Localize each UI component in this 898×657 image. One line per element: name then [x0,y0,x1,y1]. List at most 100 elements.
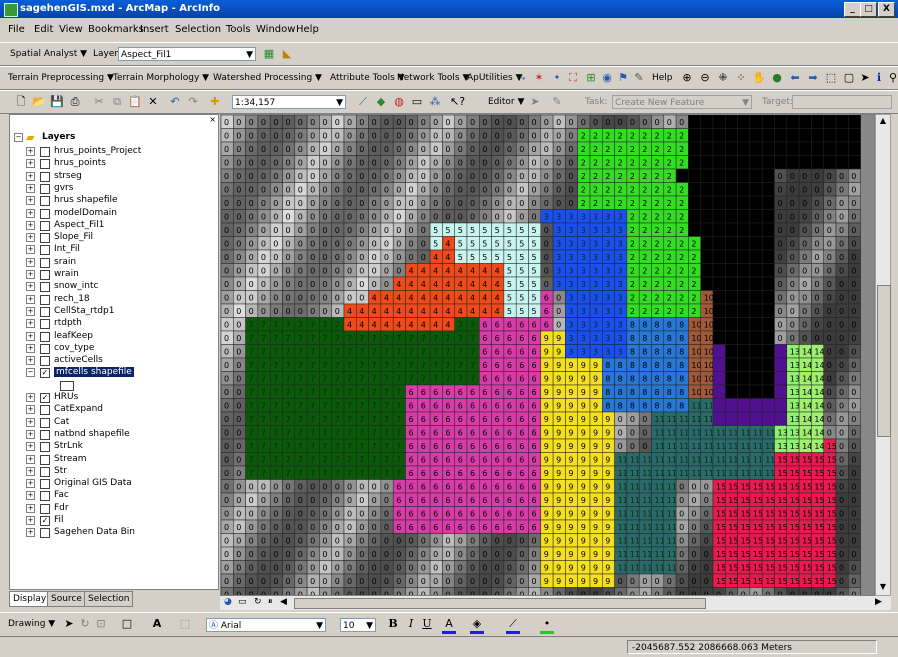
full-extent-icon[interactable]: ● [770,71,784,85]
map-vertical-scrollbar[interactable]: ▲ ▼ [875,114,891,596]
layer-visibility-checkbox[interactable] [40,306,50,317]
expand-icon[interactable]: + [26,306,35,316]
text-icon[interactable]: A [150,617,164,631]
layer-visibility-checkbox[interactable] [40,257,50,268]
layer-name[interactable]: srain [54,257,76,267]
tab-display[interactable]: Display [9,591,51,607]
layer-name[interactable]: gvrs [54,183,73,193]
collapse-icon[interactable]: − [26,368,35,378]
layer-visibility-checkbox[interactable] [40,319,50,330]
toc-legend-symbol[interactable] [14,379,214,392]
zoom-in-icon[interactable]: ⊕ [680,71,694,85]
layer-visibility-checkbox[interactable]: ✓ [40,368,50,379]
contour-icon[interactable]: ◣ [280,47,294,61]
layer-name[interactable]: strseg [54,171,82,181]
layer-visibility-checkbox[interactable] [40,147,50,157]
toc-layer-item[interactable]: + StrLnk [14,440,214,453]
layer-name[interactable]: hrus_points [54,158,106,168]
toc-layer-item[interactable]: + Cat [14,416,214,429]
network-tools-menu[interactable]: Network Tools ▼ [397,73,469,83]
toc-layer-item[interactable]: + hrus_points_Project [14,145,214,158]
undo-icon[interactable]: ↶ [168,95,182,109]
expand-icon[interactable]: + [26,393,35,402]
toc-layer-item[interactable]: + rtdpth [14,317,214,330]
toc-layer-item[interactable]: + leafKeep [14,330,214,343]
layer-visibility-checkbox[interactable] [40,196,50,207]
expand-icon[interactable]: + [26,405,35,415]
rectangle-icon[interactable]: □ [120,617,134,631]
toc-layer-item[interactable]: + hrus shapefile [14,194,214,207]
font-size-select[interactable]: 10 ▼ [340,618,376,632]
layer-name[interactable]: Stream [54,454,87,464]
fixed-zoom-in-icon[interactable]: ⁜ [716,71,730,85]
menu-edit[interactable]: Edit [34,24,53,35]
menu-window[interactable]: Window [256,24,295,35]
clear-selection-icon[interactable]: ▢ [842,71,856,85]
forward-extent-icon[interactable]: ➡ [806,71,820,85]
expand-icon[interactable]: + [26,528,35,538]
toc-layer-item[interactable]: + strseg [14,170,214,183]
drawing-menu[interactable]: Drawing ▼ [8,619,55,629]
layer-name[interactable]: natbnd shapefile [54,429,130,439]
layer-name[interactable]: HRUs [54,392,78,402]
layer-visibility-checkbox[interactable] [40,183,50,194]
layer-name[interactable]: StrLnk [54,441,83,451]
tab-selection[interactable]: Selection [84,591,134,607]
batch-point-icon[interactable]: • [550,71,564,85]
edit-vertices-icon[interactable]: ⬚ [178,617,192,631]
scroll-down-icon[interactable]: ▼ [877,582,889,594]
map-canvas[interactable]: 0 0 0 0 0 0 0 0 0 0 0 0 0 0 0 0 0 0 0 0 0 0 0 0 0 0 0 0 0 0 0 0 0 0 0 0 0 00 0… [221,115,875,596]
task-select[interactable]: Create New Feature ▼ [612,95,752,109]
maximize-button[interactable]: □ [860,2,877,17]
layer-visibility-checkbox[interactable] [40,503,50,514]
toc-layer-item[interactable]: + rech_18 [14,293,214,306]
map-horizontal-scrollbar[interactable]: ◕ ▭ ↻ ⏸ ◀ ▶ [220,596,891,610]
expand-icon[interactable]: + [26,294,35,304]
toc-layer-item[interactable]: − ✓ mfcells shapefile [14,366,214,379]
layer-visibility-checkbox[interactable]: ✓ [40,393,50,403]
layer-visibility-checkbox[interactable] [40,417,50,428]
spatial-analyst-menu[interactable]: Spatial Analyst ▼ [10,49,87,59]
close-button[interactable]: X [878,2,895,17]
toc-layer-item[interactable]: + Fac [14,489,214,502]
layer-name[interactable]: wrain [54,269,79,279]
tab-source[interactable]: Source [47,591,86,607]
layer-visibility-checkbox[interactable] [40,491,50,502]
layer-visibility-checkbox[interactable] [40,270,50,280]
layer-visibility-checkbox[interactable] [40,282,50,293]
toc-layer-item[interactable]: + hrus_points [14,157,214,170]
italic-button[interactable]: I [404,617,418,631]
hscroll-thumb[interactable] [294,598,706,609]
toc-layer-item[interactable]: + Stream [14,453,214,466]
layer-name[interactable]: Cat [54,417,69,427]
watershed-processing-menu[interactable]: Watershed Processing ▼ [213,73,322,83]
font-select[interactable]: Ⓐ Arial ▼ [206,618,326,632]
expand-icon[interactable]: + [26,479,35,489]
layer-name[interactable]: Fdr [54,503,69,513]
rotate-icon[interactable]: ↻ [78,617,92,631]
toc-layer-item[interactable]: + natbnd shapefile [14,428,214,441]
toc-layer-item[interactable]: + Original GIS Data [14,477,214,490]
layer-visibility-checkbox[interactable] [40,528,50,539]
flag-icon[interactable]: ⚑ [616,71,630,85]
layer-name[interactable]: rech_18 [54,294,90,304]
toc-layer-item[interactable]: + snow_intc [14,280,214,293]
globe-icon[interactable]: ◉ [600,71,614,85]
expand-icon[interactable]: + [26,319,35,329]
layer-name[interactable]: Sagehen Data Bin [54,527,135,537]
menu-help[interactable]: Help [296,24,319,35]
toc-layer-item[interactable]: + activeCells [14,354,214,367]
toc-layer-item[interactable]: + Int_Fil [14,243,214,256]
expand-icon[interactable]: + [26,503,35,513]
pencil-icon[interactable]: ✎ [632,71,646,85]
layer-visibility-checkbox[interactable] [40,171,50,182]
layer-visibility-checkbox[interactable]: ✓ [40,516,50,526]
grid-tool-icon[interactable]: ⊞ [584,71,598,85]
find-icon[interactable]: ⚲ [886,71,898,85]
back-extent-icon[interactable]: ⬅ [788,71,802,85]
edit-tool-icon[interactable]: ➤ [528,95,542,109]
paste-icon[interactable]: 📋 [128,95,142,109]
layer-name[interactable]: modelDomain [54,208,117,218]
copy-icon[interactable]: ⧉ [110,95,124,109]
expand-icon[interactable]: + [26,220,35,230]
